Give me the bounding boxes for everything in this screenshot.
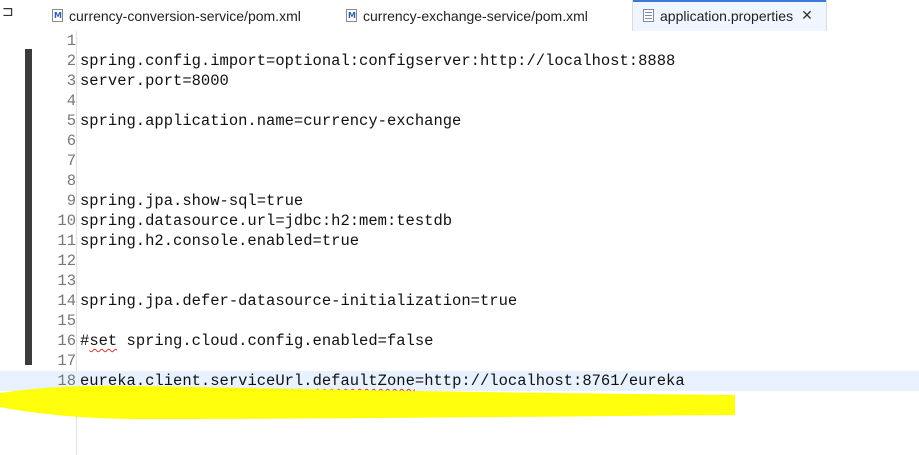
tab-application-properties[interactable]: application.properties ✕ — [632, 0, 827, 31]
line-number: 8 — [66, 172, 76, 190]
code-line[interactable]: 12 — [0, 251, 919, 271]
line-text: spring.h2.console.enabled=true — [80, 232, 360, 250]
line-text: server.port=8000 — [80, 72, 229, 90]
line-number: 6 — [66, 132, 76, 150]
line-text: eureka.client.serviceUrl.defaultZone=htt… — [80, 372, 685, 390]
line-number: 3 — [66, 72, 76, 90]
line-text: spring.config.import=optional:configserv… — [80, 52, 676, 70]
code-line[interactable]: 14 spring.jpa.defer-datasource-initializa… — [0, 291, 919, 311]
line-number: 16 — [57, 332, 76, 350]
line-number: 9 — [66, 192, 76, 210]
line-number: 1 — [66, 32, 76, 50]
code-line[interactable]: 15 — [0, 311, 919, 331]
code-line[interactable]: 4 — [0, 91, 919, 111]
code-line[interactable]: 11 spring.h2.console.enabled=true — [0, 231, 919, 251]
code-line[interactable]: 1 — [0, 31, 919, 51]
code-line[interactable]: 17 — [0, 351, 919, 371]
code-line[interactable]: 16 #set spring.cloud.config.enabled=false — [0, 331, 919, 351]
line-number: 18 — [57, 372, 76, 390]
code-line[interactable]: 9 spring.jpa.show-sql=true — [0, 191, 919, 211]
code-line[interactable]: 3 server.port=8000 — [0, 71, 919, 91]
code-line[interactable]: 2 spring.config.import=optional:configser… — [0, 51, 919, 71]
line-number: 10 — [57, 212, 76, 230]
code-line[interactable]: 18 eureka.client.serviceUrl.defaultZone=h… — [0, 371, 919, 391]
line-text: spring.jpa.show-sql=true — [80, 192, 304, 210]
line-number: 5 — [66, 112, 76, 130]
text-editor[interactable]: 1 2 spring.config.import=optional:configse… — [0, 31, 919, 455]
tab-currency-conversion-pom[interactable]: M currency-conversion-service/pom.xml — [42, 0, 332, 31]
line-number: 4 — [66, 92, 76, 110]
line-number: 7 — [66, 152, 76, 170]
code-line[interactable]: 13 — [0, 271, 919, 291]
maven-file-icon: M — [346, 9, 357, 22]
editor-tab-bar: ⊐ M currency-conversion-service/pom.xml … — [0, 0, 919, 32]
line-number: 14 — [57, 292, 76, 310]
code-line[interactable]: 10 spring.datasource.url=jdbc:h2:mem:test… — [0, 211, 919, 231]
line-text: spring.datasource.url=jdbc:h2:mem:testdb — [80, 212, 453, 230]
code-line[interactable]: 7 — [0, 151, 919, 171]
line-number: 17 — [57, 352, 76, 370]
properties-file-icon — [643, 9, 654, 22]
line-text: #set spring.cloud.config.enabled=false — [80, 332, 434, 350]
line-text: spring.application.name=currency-exchang… — [80, 112, 462, 130]
line-text: spring.jpa.defer-datasource-initializati… — [80, 292, 518, 310]
tab-label: currency-conversion-service/pom.xml — [69, 7, 301, 24]
close-tab-icon[interactable]: ✕ — [801, 8, 813, 24]
line-number: 13 — [57, 272, 76, 290]
restore-panel-icon[interactable]: ⊐ — [2, 4, 14, 20]
tab-currency-exchange-pom[interactable]: M currency-exchange-service/pom.xml — [336, 0, 628, 31]
line-number: 2 — [66, 52, 76, 70]
code-line[interactable]: 5 spring.application.name=currency-exchan… — [0, 111, 919, 131]
line-number: 15 — [57, 312, 76, 330]
tab-label: currency-exchange-service/pom.xml — [363, 7, 588, 24]
maven-file-icon: M — [52, 9, 63, 22]
line-number: 12 — [57, 252, 76, 270]
tab-label: application.properties — [660, 7, 794, 24]
code-line[interactable]: 6 — [0, 131, 919, 151]
code-line[interactable]: 8 — [0, 171, 919, 191]
line-number: 11 — [57, 232, 76, 250]
